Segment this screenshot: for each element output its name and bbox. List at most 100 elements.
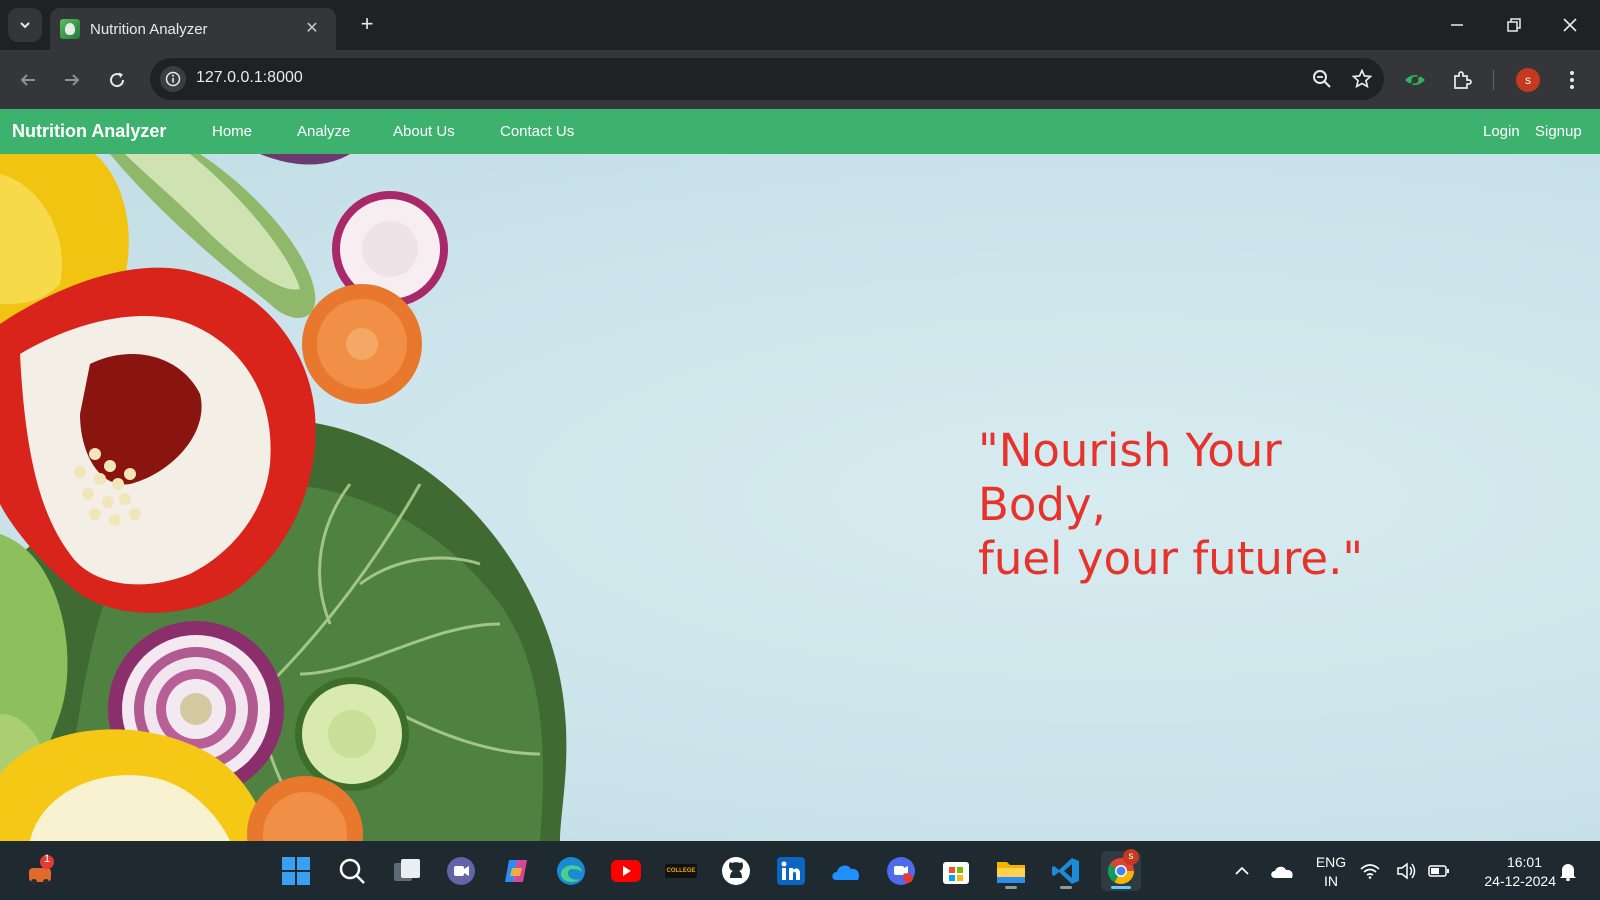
reload-button[interactable] — [101, 64, 133, 96]
minimize-icon — [1451, 24, 1463, 26]
arrow-right-icon — [65, 74, 80, 86]
meet-icon — [887, 857, 915, 885]
github-button[interactable] — [716, 851, 756, 891]
restore-icon — [1507, 18, 1521, 32]
file-explorer-button[interactable] — [991, 851, 1031, 891]
search-icon — [339, 858, 365, 884]
teams-button[interactable] — [441, 851, 481, 891]
onedrive-icon — [832, 865, 860, 880]
file-explorer-icon — [997, 862, 1025, 883]
close-tab-icon[interactable]: ✕ — [302, 19, 322, 39]
store-icon — [943, 862, 969, 884]
youtube-icon — [611, 860, 641, 882]
chevron-up-icon — [1235, 866, 1249, 875]
teams-icon — [447, 857, 475, 885]
copilot-icon — [505, 860, 527, 882]
vscode-button[interactable] — [1046, 851, 1086, 891]
bookmark-star-icon[interactable] — [1350, 67, 1374, 91]
site-navbar: Nutrition Analyzer Home Analyze About Us… — [0, 109, 1600, 154]
clock[interactable]: 16:01 24-12-2024 — [1466, 853, 1556, 891]
language-code: ENG — [1315, 854, 1347, 870]
nav-link-home[interactable]: Home — [212, 123, 252, 140]
nav-link-about-us[interactable]: About Us — [393, 123, 455, 140]
extension-eye-icon[interactable] — [1401, 66, 1429, 94]
onedrive-button[interactable] — [826, 851, 866, 891]
start-icon — [282, 857, 310, 885]
start-button[interactable] — [276, 851, 316, 891]
hero-section: "Nourish Your Body, fuel your future." — [0, 154, 1600, 841]
youtube-button[interactable] — [606, 851, 646, 891]
github-icon — [722, 857, 750, 885]
chrome-profile-badge: s — [1123, 849, 1139, 865]
vegetables-hero-image — [0, 154, 567, 841]
task-view-icon — [394, 859, 420, 881]
site-info-icon[interactable] — [160, 66, 186, 92]
volume-button[interactable] — [1394, 851, 1418, 891]
vscode-icon — [1052, 858, 1079, 884]
college-icon-label: COLLEGE — [666, 868, 696, 874]
copilot-button[interactable] — [496, 851, 536, 891]
chrome-active-indicator — [1111, 886, 1131, 889]
url-text[interactable]: 127.0.0.1:8000 — [196, 69, 303, 87]
wifi-icon — [1360, 864, 1380, 879]
college-icon: COLLEGE — [665, 864, 697, 878]
arrow-left-icon — [20, 74, 35, 86]
forward-button[interactable] — [56, 64, 88, 96]
language-indicator[interactable]: ENG IN — [1314, 853, 1348, 891]
browser-tab-strip: Nutrition Analyzer ✕ + — [0, 0, 1600, 50]
web-page: Nutrition Analyzer Home Analyze About Us… — [0, 109, 1600, 841]
widgets-button[interactable]: 1 — [20, 851, 60, 891]
signup-link[interactable]: Signup — [1535, 123, 1582, 140]
bell-icon — [1560, 864, 1576, 881]
close-icon — [1563, 18, 1577, 32]
college-app-button[interactable]: COLLEGE — [661, 851, 701, 891]
site-brand[interactable]: Nutrition Analyzer — [12, 121, 166, 142]
hero-quote: "Nourish Your Body, fuel your future." — [978, 424, 1418, 586]
clock-time: 16:01 — [1506, 854, 1542, 870]
cloud-icon — [1271, 866, 1293, 878]
notifications-button[interactable] — [1556, 851, 1580, 891]
battery-icon — [1428, 865, 1449, 877]
windows-taskbar: 1 COLLEGE s ENG IN 16:01 24-12-2024 — [0, 841, 1600, 900]
file-explorer-running-indicator — [1005, 886, 1017, 889]
tab-title: Nutrition Analyzer — [90, 20, 208, 38]
widgets-badge: 1 — [44, 853, 51, 865]
zoom-icon[interactable] — [1310, 67, 1334, 91]
nav-link-analyze[interactable]: Analyze — [297, 123, 350, 140]
volume-icon — [1397, 862, 1416, 880]
address-bar[interactable]: 127.0.0.1:8000 — [150, 58, 1384, 100]
back-button[interactable] — [12, 64, 44, 96]
widgets-icon — [29, 855, 54, 885]
linkedin-button[interactable] — [771, 851, 811, 891]
nav-link-contact-us[interactable]: Contact Us — [500, 123, 574, 140]
edge-button[interactable] — [551, 851, 591, 891]
restore-button[interactable] — [1494, 10, 1534, 40]
extensions-puzzle-icon[interactable] — [1448, 66, 1476, 94]
region-code: IN — [1324, 873, 1338, 889]
browser-toolbar: 127.0.0.1:8000 s — [0, 50, 1600, 109]
tab-search-button[interactable] — [8, 8, 42, 42]
browser-tab[interactable]: Nutrition Analyzer ✕ — [50, 8, 336, 50]
new-tab-button[interactable]: + — [354, 12, 380, 38]
edge-icon — [557, 857, 585, 885]
chevron-down-icon — [20, 22, 30, 29]
task-view-button[interactable] — [387, 851, 427, 891]
hero-quote-line-1: "Nourish Your Body, — [978, 424, 1282, 531]
store-button[interactable] — [936, 851, 976, 891]
battery-button[interactable] — [1426, 851, 1452, 891]
reload-icon — [110, 72, 125, 88]
chrome-button[interactable]: s — [1101, 849, 1141, 891]
clock-date: 24-12-2024 — [1484, 873, 1556, 889]
taskbar-search-button[interactable] — [332, 851, 372, 891]
close-window-button[interactable] — [1550, 10, 1590, 40]
show-hidden-icons-button[interactable] — [1222, 851, 1262, 891]
onedrive-tray-button[interactable] — [1262, 851, 1302, 891]
linkedin-icon — [777, 857, 805, 885]
profile-avatar[interactable]: s — [1516, 68, 1540, 92]
meet-button[interactable] — [881, 851, 921, 891]
browser-menu-icon[interactable] — [1558, 66, 1586, 94]
wifi-button[interactable] — [1358, 851, 1382, 891]
minimize-button[interactable] — [1437, 10, 1477, 40]
vscode-running-indicator — [1060, 886, 1072, 889]
login-link[interactable]: Login — [1483, 123, 1520, 140]
